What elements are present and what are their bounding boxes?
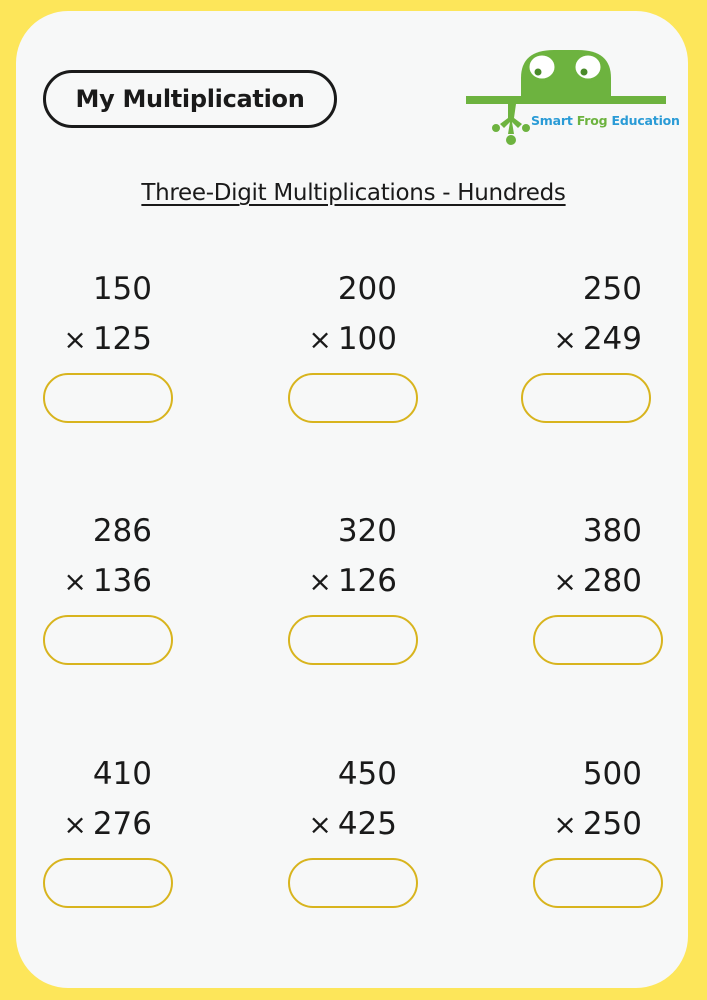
multiplier-line: × 136 [63, 563, 152, 599]
multiplier: 125 [92, 321, 152, 357]
multiplier-line: × 276 [63, 806, 152, 842]
answer-box[interactable] [288, 373, 418, 423]
multiplier: 126 [337, 563, 397, 599]
worksheet-subtitle: Three-Digit Multiplications - Hundreds [0, 180, 707, 206]
times-icon: × [63, 808, 87, 841]
brand-name: Smart Frog Education [531, 113, 680, 128]
multiplier: 280 [582, 563, 642, 599]
multiplier-line: × 100 [308, 321, 397, 357]
multiplicand: 500 [582, 756, 642, 792]
answer-box[interactable] [43, 858, 173, 908]
multiplicand: 320 [337, 513, 397, 549]
multiplier: 136 [92, 563, 152, 599]
brand-name-part3: Education [607, 113, 680, 128]
problem-2: 200 × 100 [257, 271, 397, 361]
subtitle-text: Three-Digit Multiplications - Hundreds [141, 180, 566, 206]
multiplier-line: × 425 [308, 806, 397, 842]
answer-box[interactable] [533, 858, 663, 908]
problem-3: 250 × 249 [502, 271, 642, 361]
problem-1: 150 × 125 [12, 271, 152, 361]
multiplier-line: × 280 [553, 563, 642, 599]
worksheet-title: My Multiplication [43, 70, 337, 128]
brand-name-part1: Smart [531, 113, 577, 128]
multiplier-line: × 249 [553, 321, 642, 357]
problem-4: 286 × 136 [12, 513, 152, 603]
multiplicand: 450 [337, 756, 397, 792]
multiplier-line: × 126 [308, 563, 397, 599]
multiplicand: 250 [582, 271, 642, 307]
times-icon: × [553, 808, 577, 841]
problem-9: 500 × 250 [502, 756, 642, 846]
multiplicand: 286 [92, 513, 152, 549]
multiplier: 276 [92, 806, 152, 842]
multiplier: 249 [582, 321, 642, 357]
answer-box[interactable] [288, 615, 418, 665]
multiplicand: 200 [337, 271, 397, 307]
answer-box[interactable] [43, 373, 173, 423]
times-icon: × [63, 323, 87, 356]
multiplier: 250 [582, 806, 642, 842]
multiplier: 425 [337, 806, 397, 842]
times-icon: × [308, 808, 332, 841]
problem-5: 320 × 126 [257, 513, 397, 603]
times-icon: × [553, 565, 577, 598]
smart-frog-logo-icon [466, 50, 666, 145]
times-icon: × [308, 323, 332, 356]
multiplicand: 150 [92, 271, 152, 307]
answer-box[interactable] [521, 373, 651, 423]
brand-name-part2: Frog [576, 113, 608, 128]
times-icon: × [553, 323, 577, 356]
problem-8: 450 × 425 [257, 756, 397, 846]
times-icon: × [63, 565, 87, 598]
multiplicand: 380 [582, 513, 642, 549]
times-icon: × [308, 565, 332, 598]
multiplicand: 410 [92, 756, 152, 792]
multiplier: 100 [337, 321, 397, 357]
answer-box[interactable] [43, 615, 173, 665]
answer-box[interactable] [533, 615, 663, 665]
problem-7: 410 × 276 [12, 756, 152, 846]
multiplier-line: × 125 [63, 321, 152, 357]
answer-box[interactable] [288, 858, 418, 908]
problem-6: 380 × 280 [502, 513, 642, 603]
multiplier-line: × 250 [553, 806, 642, 842]
